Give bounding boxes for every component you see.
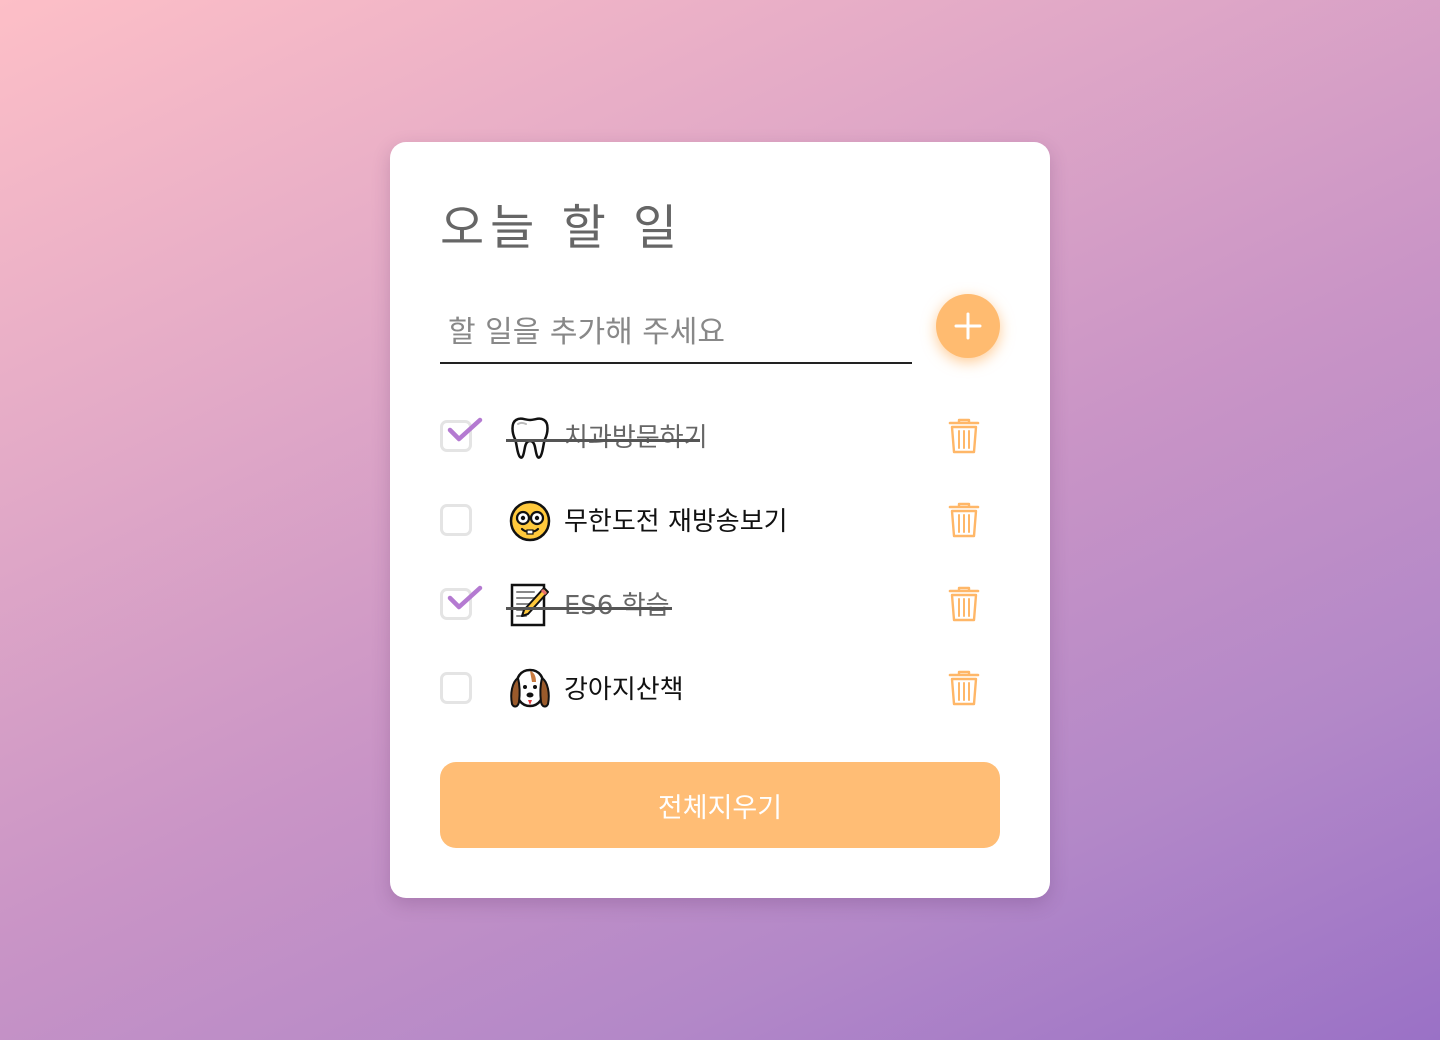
trash-icon[interactable] [948, 586, 980, 622]
strikethrough-line [506, 439, 700, 442]
todo-card: 오늘 할 일 치과방문하기 [390, 142, 1050, 898]
trash-icon[interactable] [948, 418, 980, 454]
todo-item: ES6 학습 [440, 564, 1000, 648]
todo-item: 강아지산책 [440, 648, 1000, 732]
todo-checkbox[interactable] [440, 672, 472, 704]
todo-input[interactable] [440, 302, 912, 364]
trash-icon[interactable] [948, 502, 980, 538]
memo-icon [510, 583, 549, 627]
add-todo-form [440, 292, 1000, 372]
checkmark-icon [447, 417, 483, 442]
page-title: 오늘 할 일 [440, 200, 684, 256]
clear-all-button[interactable]: 전체지우기 [440, 762, 1000, 848]
todo-checkbox[interactable] [440, 504, 472, 536]
plus-icon [954, 312, 982, 340]
trash-icon[interactable] [948, 670, 980, 706]
nerd-face-icon [509, 500, 551, 542]
tooth-icon [511, 417, 549, 459]
todo-label: 강아지산책 [564, 675, 684, 705]
strikethrough-line [506, 607, 672, 610]
todo-checkbox[interactable] [440, 417, 483, 452]
checkmark-icon [447, 585, 483, 610]
todo-label: 무한도전 재방송보기 [564, 507, 788, 537]
todo-label: 치과방문하기 [564, 423, 708, 453]
todo-list: 치과방문하기 무한도전 재방송보기 ES6 학습 강아지산책 [440, 396, 1000, 732]
add-button[interactable] [936, 294, 1000, 358]
dog-icon [510, 668, 550, 708]
todo-item: 치과방문하기 [440, 396, 1000, 480]
todo-label: ES6 학습 [564, 591, 670, 621]
todo-checkbox[interactable] [440, 585, 483, 620]
todo-item: 무한도전 재방송보기 [440, 480, 1000, 564]
